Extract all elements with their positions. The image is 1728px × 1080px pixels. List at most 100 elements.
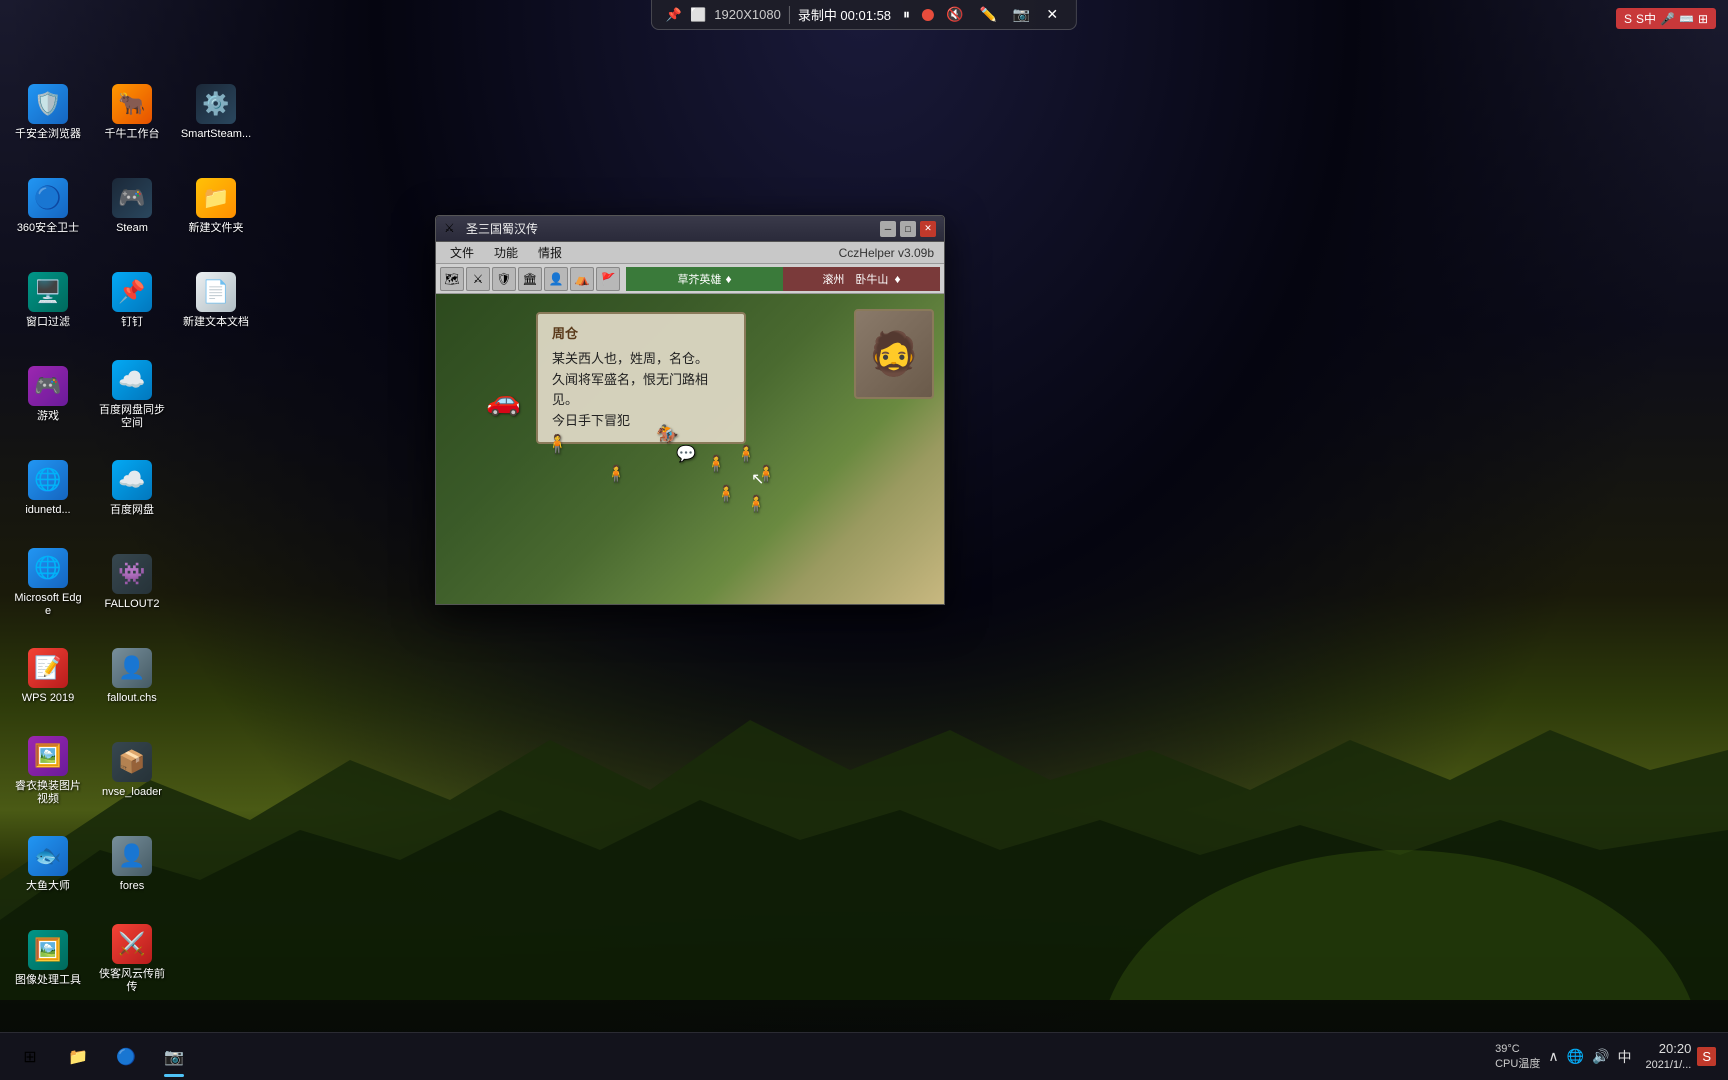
fallout-chs-icon: 👤 (112, 648, 152, 688)
desktop-icon-ms-edge[interactable]: 🌐 Microsoft Edge (8, 538, 88, 628)
desktop-icon-img-tools[interactable]: 🖼️ 图像处理工具 (8, 914, 88, 1004)
menu-item-file[interactable]: 文件 (440, 242, 484, 263)
menu-item-info[interactable]: 情报 (528, 242, 572, 263)
ime-keyboard-icon[interactable]: ⌨️ (1679, 12, 1694, 26)
status-location-icon: ♦ (894, 272, 900, 286)
qianniu-work-icon: 🐂 (112, 84, 152, 124)
window-titlebar[interactable]: ⚔ 圣三国蜀汉传 ─ □ ✕ (436, 216, 944, 242)
sprite-char6: 🧍 (736, 444, 756, 464)
cpu-temp-value: 39°C (1495, 1043, 1520, 1055)
fores-label: fores (120, 880, 144, 893)
taskbar-start-button[interactable]: ⊞ (8, 1035, 52, 1079)
idunetd-label: idunetd... (25, 504, 70, 517)
divider (789, 6, 790, 24)
system-tray-top: S S中 🎤 ⌨️ ⊞ (1616, 8, 1716, 29)
status-left: 草芥英雄 ♦ (626, 267, 783, 291)
toolbar-icon-person1[interactable]: 👤 (544, 267, 568, 291)
status-right: 滚州 卧牛山 ♦ (783, 267, 940, 291)
desktop-icon-360-security[interactable]: 🔵 360安全卫士 (8, 162, 88, 252)
desktop-icon-qianjin-browser[interactable]: 🛡️ 千安全浏览器 (8, 68, 88, 158)
status-location-label: 滚州 卧牛山 (822, 271, 888, 287)
desktop-icon-xiake[interactable]: ⚔️ 侠客风云传前传 (92, 914, 172, 1004)
desktop-icon-games[interactable]: 🎮 游戏 (8, 350, 88, 440)
window-minimize-button[interactable]: ─ (880, 221, 896, 237)
recording-stop-indicator (922, 9, 934, 21)
baidu-sync-icon: ☁️ (112, 360, 152, 400)
desktop-icon-window-filter[interactable]: 🖥️ 窗口过滤 (8, 256, 88, 346)
cpu-temp-label: 39°C CPU温度 (1495, 1043, 1540, 1071)
toolbar-icon-map[interactable]: 🗺 (440, 267, 464, 291)
ime-grid-icon[interactable]: ⊞ (1698, 12, 1708, 26)
tray-speaker-icon[interactable]: 🔊 (1590, 1046, 1611, 1067)
taskbar-file-explorer[interactable]: 📁 (56, 1035, 100, 1079)
window-title: 圣三国蜀汉传 (466, 220, 880, 237)
steam-icon: 🎮 (112, 178, 152, 218)
desktop-icon-image-process[interactable]: 🖼️ 睿衣换装图片视频 (8, 726, 88, 816)
cpu-temp-text: CPU温度 (1495, 1058, 1540, 1070)
desktop-icon-new-folder[interactable]: 📁 新建文件夹 (176, 162, 256, 252)
sprite-char8: 🧍 (716, 484, 736, 504)
desktop-icon-fores[interactable]: 👤 fores (92, 820, 172, 910)
recording-pin-icon: 📌 (666, 7, 682, 23)
new-folder-icon: 📁 (196, 178, 236, 218)
baidu-pan-label: 百度网盘 (110, 504, 154, 517)
desktop-icon-dami[interactable]: 🐟 大鱼大师 (8, 820, 88, 910)
desktop-icon-qianniu-work[interactable]: 🐂 千牛工作台 (92, 68, 172, 158)
recording-close-button[interactable]: ✕ (1042, 4, 1062, 25)
toolbar-icon-flag[interactable]: 🚩 (596, 267, 620, 291)
img-tools-label: 图像处理工具 (15, 974, 81, 987)
new-text-icon: 📄 (196, 272, 236, 312)
toolbar-icon-battle1[interactable]: ⚔ (466, 267, 490, 291)
tray-ime-icon[interactable]: 中 (1615, 1045, 1633, 1069)
toolbar-icon-battle2[interactable]: 🛡 (492, 267, 516, 291)
ime-mic-icon[interactable]: 🎤 (1660, 12, 1675, 26)
desktop-icon-dingding[interactable]: 📌 钉钉 (92, 256, 172, 346)
desktop-icon-steam[interactable]: 🎮 Steam (92, 162, 172, 252)
ime-indicator[interactable]: S S中 🎤 ⌨️ ⊞ (1616, 8, 1716, 29)
desktop-icon-wps[interactable]: 📝 WPS 2019 (8, 632, 88, 722)
sprite-char1: 🧍 (546, 434, 568, 455)
desktop-icon-grid: 🛡️ 千安全浏览器 🐂 千牛工作台 ⚙️ SmartSteam... 🔵 360… (0, 60, 264, 1012)
window-filter-label: 窗口过滤 (26, 316, 70, 329)
desktop-icon-fallout2[interactable]: 👾 FALLOUT2 (92, 538, 172, 628)
window-close-button[interactable]: ✕ (920, 221, 936, 237)
window-maximize-button[interactable]: □ (900, 221, 916, 237)
dingding-icon: 📌 (112, 272, 152, 312)
toolbar-icon-tent[interactable]: ⛺ (570, 267, 594, 291)
menu-item-function[interactable]: 功能 (484, 242, 528, 263)
system-clock[interactable]: 20:20 2021/1/... (1645, 1041, 1691, 1072)
taskbar-right: 39°C CPU温度 ∧ 🌐 🔊 中 20:20 2021/1/... S (1495, 1041, 1728, 1072)
wps-icon: 📝 (28, 648, 68, 688)
recording-mute-button[interactable]: 🔇 (942, 4, 967, 25)
tray-chevron-icon[interactable]: ∧ (1546, 1046, 1560, 1067)
taskbar-ime-indicator[interactable]: S (1697, 1047, 1716, 1066)
desktop-icon-smartsteam[interactable]: ⚙️ SmartSteam... (176, 68, 256, 158)
tray-network-icon[interactable]: 🌐 (1565, 1046, 1586, 1067)
sprite-char5: 🧍 (706, 454, 726, 474)
game-window[interactable]: ⚔ 圣三国蜀汉传 ─ □ ✕ 文件 功能 情报 CczHelper v3.09b… (435, 215, 945, 605)
desktop-icon-baidu-sync[interactable]: ☁️ 百度网盘同步空间 (92, 350, 172, 440)
idunetd-icon: 🌐 (28, 460, 68, 500)
fallout-chs-label: fallout.chs (107, 692, 157, 705)
desktop-icon-idunetd[interactable]: 🌐 idunetd... (8, 444, 88, 534)
desktop-icon-baidu-pan[interactable]: ☁️ 百度网盘 (92, 444, 172, 534)
recording-toolbar: 📌 ⬜ 1920X1080 录制中 00:01:58 ⏸ 🔇 ✏️ 📷 ✕ (651, 0, 1077, 30)
ime-label: S中 (1636, 10, 1656, 27)
desktop-icon-nvse-loader[interactable]: 📦 nvse_loader (92, 726, 172, 816)
recording-pause-button[interactable]: ⏸ (899, 4, 914, 25)
new-text-label: 新建文本文档 (183, 316, 249, 329)
dami-label: 大鱼大师 (26, 880, 70, 893)
360-security-label: 360安全卫士 (17, 222, 79, 235)
fores-icon: 👤 (112, 836, 152, 876)
taskbar-360-app[interactable]: 🔵 (104, 1035, 148, 1079)
game-content[interactable]: 周仓 某关西人也，姓周，名仓。 久闻将军盛名，恨无门路相见。 今日手下冒犯 🧔 … (436, 294, 944, 604)
desktop-icon-fallout-chs[interactable]: 👤 fallout.chs (92, 632, 172, 722)
recording-pen-button[interactable]: ✏️ (975, 4, 1000, 25)
recording-camera-button[interactable]: 📷 (1009, 4, 1034, 25)
taskbar-video-app[interactable]: 📷 (152, 1035, 196, 1079)
ms-edge-icon: 🌐 (28, 548, 68, 588)
toolbar-icon-battle3[interactable]: 🏛 (518, 267, 542, 291)
qianjin-browser-icon: 🛡️ (28, 84, 68, 124)
desktop-icon-new-text[interactable]: 📄 新建文本文档 (176, 256, 256, 346)
img-tools-icon: 🖼️ (28, 930, 68, 970)
